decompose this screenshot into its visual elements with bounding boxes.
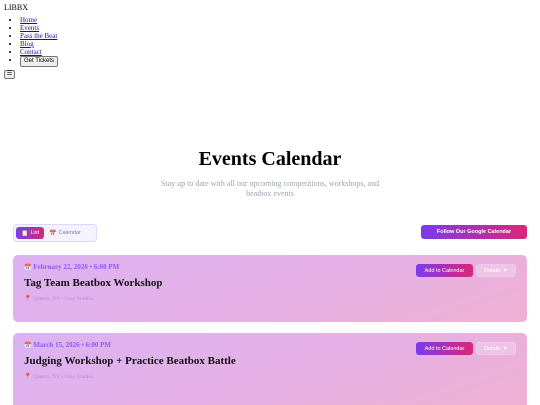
nav-link-pass-the-beat[interactable]: Pass the Beat bbox=[20, 32, 57, 40]
nav-item-home: Home bbox=[20, 16, 58, 24]
event-card: 📅 March 15, 2026 • 6:00 PM Judging Works… bbox=[13, 333, 527, 405]
add-to-calendar-button[interactable]: Add to Calendar bbox=[416, 264, 473, 277]
nav-item-blog: Blog bbox=[20, 40, 58, 48]
list-icon: 📋 bbox=[21, 230, 29, 237]
event-location: 📍 Queens, NY • Grey Studios bbox=[24, 373, 93, 380]
event-location-text: Queens, NY • Grey Studios bbox=[32, 296, 94, 302]
event-title: Judging Workshop + Practice Beatbox Batt… bbox=[24, 355, 236, 367]
nav-link-home[interactable]: Home bbox=[20, 16, 37, 24]
nav-link-events[interactable]: Events bbox=[20, 24, 39, 32]
event-date-text: February 22, 2026 • 6:00 PM bbox=[33, 263, 120, 271]
nav-link-blog[interactable]: Blog bbox=[20, 40, 34, 48]
details-button[interactable]: Details ▼ bbox=[476, 264, 516, 277]
menu-toggle-button[interactable]: ☰ bbox=[4, 70, 15, 79]
main-nav: Home Events Pass the Beat Blog Contact G… bbox=[8, 16, 59, 67]
nav-link-contact[interactable]: Contact bbox=[20, 48, 42, 56]
calendar-icon: 📅 bbox=[24, 265, 32, 271]
hamburger-icon: ☰ bbox=[6, 71, 13, 77]
list-view-label: List bbox=[30, 230, 40, 236]
list-view-button[interactable]: 📋 List bbox=[16, 227, 45, 239]
event-date: 📅 March 15, 2026 • 6:00 PM bbox=[24, 341, 111, 349]
page-subtitle: Stay up to date with all our upcoming co… bbox=[160, 179, 380, 198]
site-logo[interactable]: LIBBX bbox=[4, 3, 28, 12]
event-location-text: Queens, NY • Grey Studios bbox=[32, 374, 94, 380]
nav-item-contact: Contact bbox=[20, 48, 58, 56]
nav-item-events: Events bbox=[20, 24, 58, 32]
event-location: 📍 Queens, NY • Grey Studios bbox=[24, 295, 93, 302]
event-title: Tag Team Beatbox Workshop bbox=[24, 277, 163, 289]
follow-google-calendar-button[interactable]: Follow Our Google Calendar bbox=[421, 225, 527, 239]
add-to-calendar-button[interactable]: Add to Calendar bbox=[416, 342, 473, 355]
calendar-view-button[interactable]: 📅 Calendar bbox=[44, 227, 86, 239]
details-button[interactable]: Details ▼ bbox=[476, 342, 516, 355]
calendar-icon: 📅 bbox=[49, 230, 57, 237]
event-card: 📅 February 22, 2026 • 6:00 PM Tag Team B… bbox=[13, 255, 527, 322]
nav-item-pass-the-beat: Pass the Beat bbox=[20, 32, 58, 40]
map-pin-icon: 📍 bbox=[24, 374, 32, 380]
page-title: Events Calendar bbox=[198, 148, 342, 170]
view-toggle: 📋 List 📅 Calendar bbox=[13, 224, 97, 242]
get-tickets-button[interactable]: Get Tickets bbox=[20, 56, 59, 67]
event-date-text: March 15, 2026 • 6:00 PM bbox=[33, 341, 111, 349]
nav-item-tickets: Get Tickets bbox=[20, 56, 59, 67]
calendar-icon: 📅 bbox=[24, 343, 32, 349]
calendar-view-label: Calendar bbox=[58, 230, 81, 236]
event-date: 📅 February 22, 2026 • 6:00 PM bbox=[24, 263, 119, 271]
map-pin-icon: 📍 bbox=[24, 296, 32, 302]
